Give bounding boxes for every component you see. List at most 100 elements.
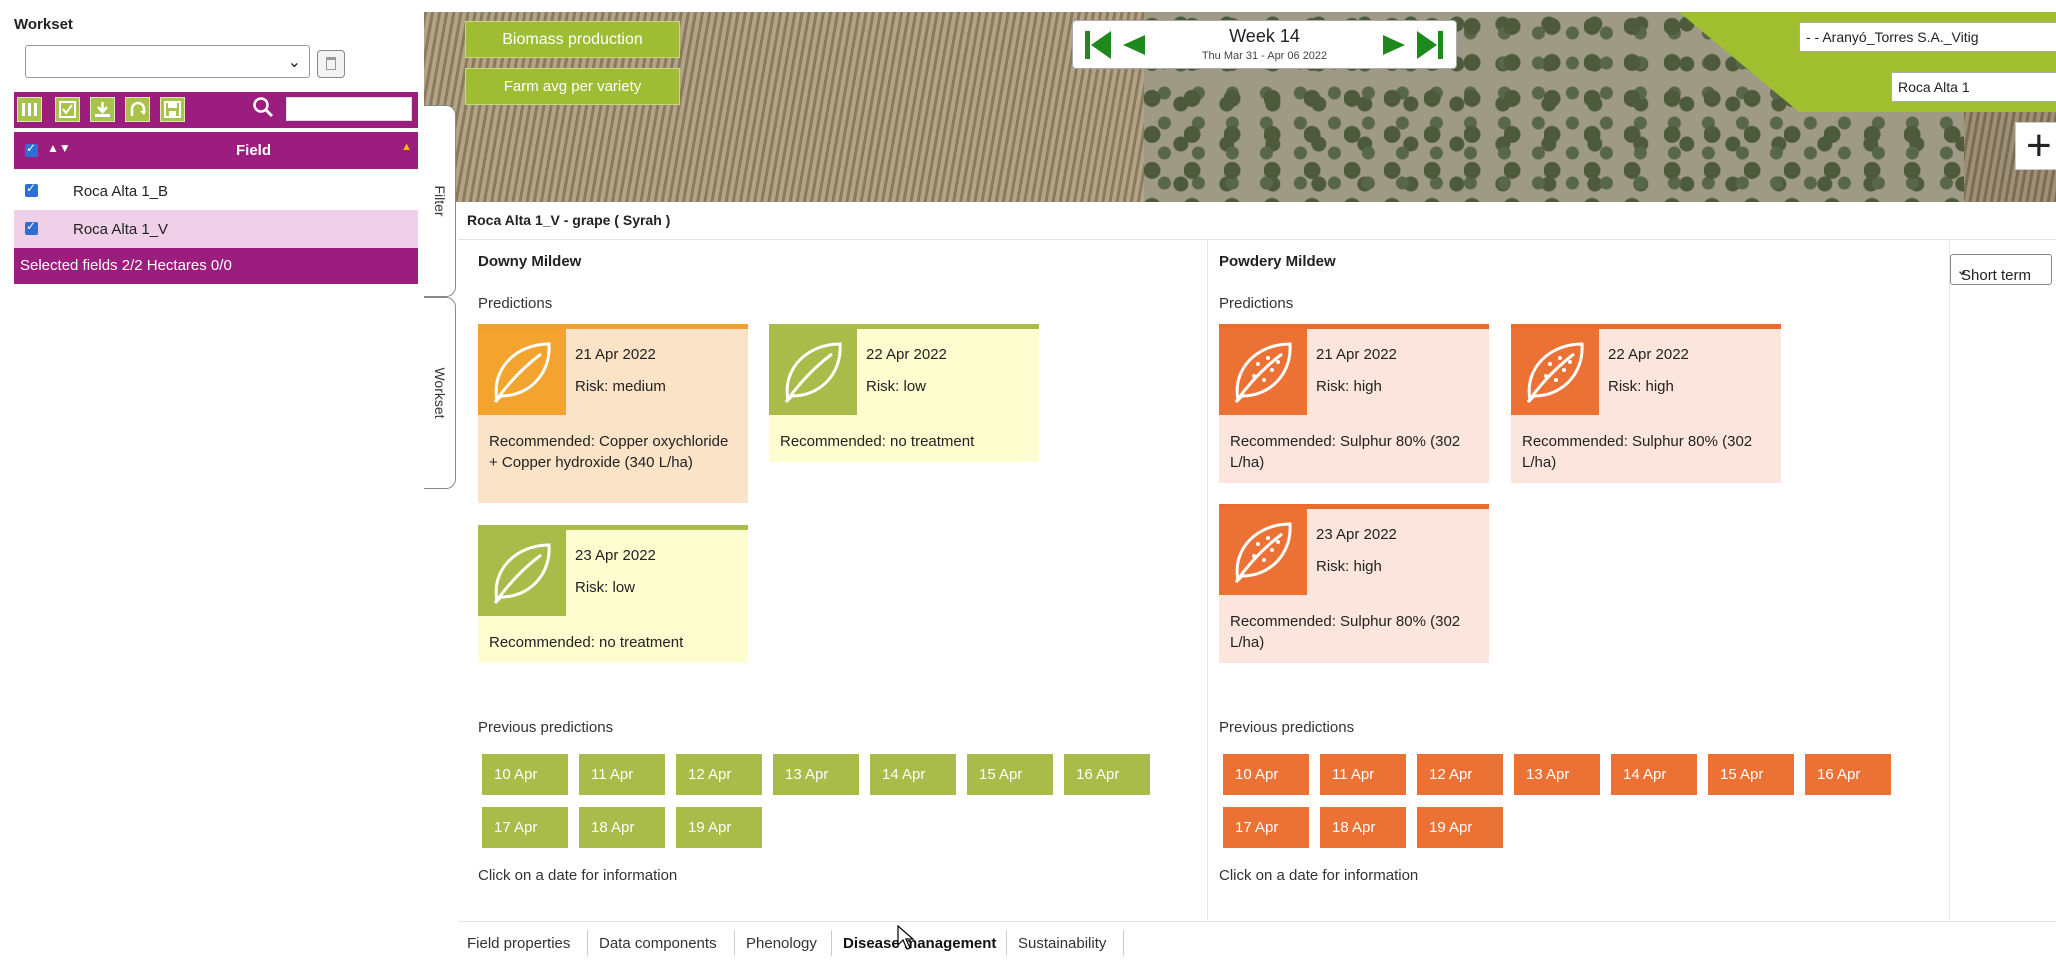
leaf-icon: [478, 530, 566, 616]
row-checkbox[interactable]: [25, 219, 38, 235]
field-select[interactable]: Roca Alta 1: [1891, 72, 2056, 102]
workset-row[interactable]: Roca Alta 1_B: [14, 172, 418, 210]
checkbox-icon: [59, 101, 76, 118]
previous-date-chip[interactable]: 13 Apr: [1514, 754, 1600, 795]
columns-button[interactable]: [17, 97, 42, 122]
farm-avg-button[interactable]: Farm avg per variety: [465, 68, 680, 105]
prediction-date: 21 Apr 2022: [1316, 346, 1397, 363]
previous-date-chip[interactable]: 14 Apr: [870, 754, 956, 795]
tab-separator: [587, 930, 588, 956]
previous-date-chip[interactable]: 10 Apr: [1223, 754, 1309, 795]
workset-tab[interactable]: Workset: [424, 297, 456, 489]
tab-field-properties[interactable]: Field properties: [467, 935, 570, 952]
row-label: Roca Alta 1_B: [73, 183, 169, 200]
previous-date-chip[interactable]: 16 Apr: [1064, 754, 1150, 795]
previous-date-chip[interactable]: 12 Apr: [676, 754, 762, 795]
infected-leaf-icon: [1219, 509, 1307, 595]
workset-select[interactable]: ⌄: [25, 45, 310, 78]
next-week-button[interactable]: [1383, 31, 1405, 59]
prediction-recommendation: Recommended: Sulphur 80% (302 L/ha): [1522, 433, 1753, 471]
refresh-button[interactable]: [125, 97, 150, 122]
powdery-previous-label: Previous predictions: [1219, 719, 1355, 736]
previous-date-chip[interactable]: 14 Apr: [1611, 754, 1697, 795]
filter-tab[interactable]: Filter: [424, 105, 456, 297]
field-select-value: Roca Alta 1: [1898, 79, 1970, 95]
previous-date-chip[interactable]: 19 Apr: [1417, 807, 1503, 848]
infected-leaf-icon: [1219, 329, 1307, 415]
tab-data-components[interactable]: Data components: [599, 935, 717, 952]
previous-date-chip[interactable]: 11 Apr: [1320, 754, 1406, 795]
tab-separator: [1123, 930, 1124, 956]
prediction-risk: Risk: low: [575, 579, 636, 596]
prediction-card[interactable]: 23 Apr 2022 Risk: high Recommended: Sulp…: [1219, 504, 1489, 663]
selection-summary: Selected fields 2/2 Hectares 0/0: [20, 257, 232, 274]
prediction-card[interactable]: 21 Apr 2022 Risk: high Recommended: Sulp…: [1219, 324, 1489, 483]
prediction-risk: Risk: high: [1316, 378, 1382, 395]
prediction-date: 23 Apr 2022: [1316, 526, 1397, 543]
biomass-production-button[interactable]: Biomass production: [465, 21, 680, 58]
infected-leaf-icon: [1511, 329, 1599, 415]
plus-icon: +: [2026, 121, 2052, 170]
prediction-card[interactable]: 22 Apr 2022 Risk: low Recommended: no tr…: [769, 324, 1039, 462]
field-column-header[interactable]: Field: [236, 142, 271, 159]
previous-date-chip[interactable]: 17 Apr: [482, 807, 568, 848]
previous-date-chip[interactable]: 18 Apr: [579, 807, 665, 848]
workset-table-header: ▲▼ Field ▲: [14, 132, 418, 169]
previous-date-chip[interactable]: 19 Apr: [676, 807, 762, 848]
prediction-recommendation: Recommended: no treatment: [780, 433, 975, 450]
farm-select[interactable]: - - Aranyó_Torres S.A._Vitig: [1799, 22, 2056, 52]
tab-disease-management[interactable]: Disease management: [843, 935, 996, 952]
trash-icon: [326, 57, 336, 70]
previous-date-chip[interactable]: 12 Apr: [1417, 754, 1503, 795]
filter-tab-label: Filter: [431, 185, 448, 217]
select-all-checkbox[interactable]: [25, 141, 38, 157]
previous-date-chip[interactable]: 13 Apr: [773, 754, 859, 795]
delete-workset-button[interactable]: [317, 50, 345, 78]
save-button[interactable]: [160, 97, 185, 122]
previous-date-chip[interactable]: 11 Apr: [579, 754, 665, 795]
tab-sustainability[interactable]: Sustainability: [1018, 935, 1106, 952]
panel-title: Roca Alta 1_V - grape ( Syrah ): [467, 212, 671, 228]
workset-footer: Selected fields 2/2 Hectares 0/0: [14, 248, 418, 284]
prediction-risk: Risk: low: [866, 378, 927, 395]
workset-row[interactable]: Roca Alta 1_V: [14, 210, 418, 248]
downy-hint: Click on a date for information: [478, 867, 678, 884]
tab-separator: [1006, 930, 1007, 956]
tab-phenology[interactable]: Phenology: [746, 935, 817, 952]
zoom-in-button[interactable]: +: [2015, 121, 2056, 170]
workset-search-input[interactable]: [286, 97, 412, 121]
prediction-card[interactable]: 21 Apr 2022 Risk: medium Recommended: Co…: [478, 324, 748, 503]
downy-predictions-label: Predictions: [478, 295, 553, 312]
previous-date-chip[interactable]: 17 Apr: [1223, 807, 1309, 848]
leaf-icon: [769, 329, 857, 415]
tab-separator: [831, 930, 832, 956]
select-all-button[interactable]: [55, 97, 80, 122]
week-navigator: Week 14 Thu Mar 31 - Apr 06 2022: [1072, 20, 1457, 69]
prediction-card[interactable]: 23 Apr 2022 Risk: low Recommended: no tr…: [478, 525, 748, 663]
previous-date-chip[interactable]: 15 Apr: [1708, 754, 1794, 795]
sort-icon[interactable]: ▲▼: [47, 141, 71, 155]
prediction-date: 23 Apr 2022: [575, 547, 656, 564]
download-button[interactable]: [90, 97, 115, 122]
search-icon[interactable]: [252, 96, 274, 124]
term-select[interactable]: Short term ⌄: [1950, 254, 2052, 285]
prediction-date: 22 Apr 2022: [1608, 346, 1689, 363]
prediction-risk: Risk: high: [1316, 558, 1382, 575]
column-divider: [1207, 240, 1208, 920]
previous-date-chip[interactable]: 16 Apr: [1805, 754, 1891, 795]
divider: [458, 239, 2056, 240]
refresh-icon: [130, 101, 146, 116]
row-checkbox[interactable]: [25, 181, 38, 197]
download-icon: [95, 102, 110, 117]
previous-date-chip[interactable]: 18 Apr: [1320, 807, 1406, 848]
prediction-risk: Risk: high: [1608, 378, 1674, 395]
previous-date-chip[interactable]: 15 Apr: [967, 754, 1053, 795]
workset-tab-label: Workset: [431, 367, 448, 419]
previous-date-chip[interactable]: 10 Apr: [482, 754, 568, 795]
powdery-predictions-label: Predictions: [1219, 295, 1294, 312]
prediction-card[interactable]: 22 Apr 2022 Risk: high Recommended: Sulp…: [1511, 324, 1781, 483]
powdery-mildew-title: Powdery Mildew: [1219, 253, 1336, 270]
last-week-button[interactable]: [1417, 31, 1443, 59]
prediction-date: 22 Apr 2022: [866, 346, 947, 363]
prediction-risk: Risk: medium: [575, 378, 666, 395]
